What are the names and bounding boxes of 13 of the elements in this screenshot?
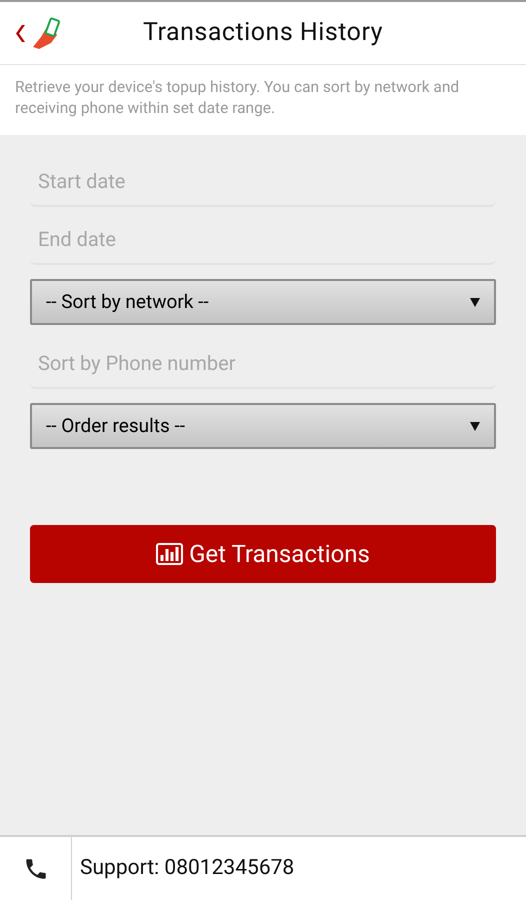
input-field[interactable]: Sort by Phone number xyxy=(30,339,496,389)
back-icon[interactable] xyxy=(14,24,25,42)
caret-icon xyxy=(470,298,480,306)
get-transactions-button[interactable]: Get Transactions xyxy=(30,525,496,583)
caret-icon xyxy=(470,422,480,430)
support-text: Support: 08012345678 xyxy=(80,854,294,882)
input-field[interactable]: End date xyxy=(30,215,496,265)
dropdown[interactable]: -- Sort by network -- xyxy=(30,279,496,325)
bar-chart-icon xyxy=(156,543,184,565)
description-text: Retrieve your device's topup history. You can sort by network and receiving phone within set date range. xyxy=(15,77,460,119)
page-title: Transactions History xyxy=(143,17,383,50)
input-field[interactable]: Start date xyxy=(30,157,496,207)
dropdown[interactable]: -- Order results -- xyxy=(30,403,496,449)
